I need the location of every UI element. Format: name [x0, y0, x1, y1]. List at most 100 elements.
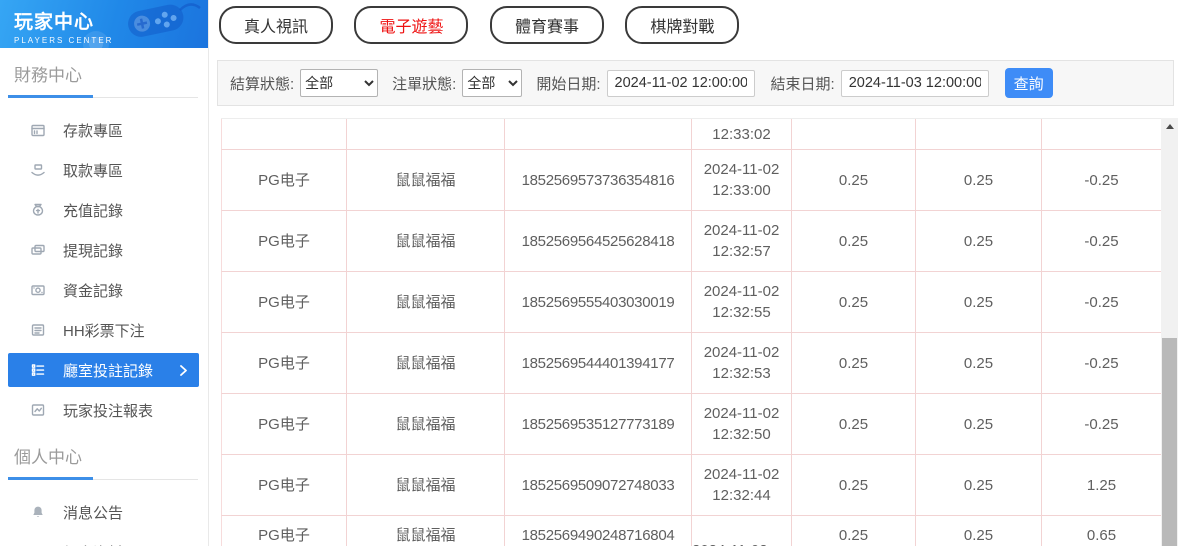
cell-bet: 0.25	[792, 150, 916, 210]
cell-bet	[792, 119, 916, 149]
app-window: 玩家中心 PLAYERS CENTER 財務中心 存款專區 取款專區	[0, 0, 1180, 546]
end-date-input[interactable]	[841, 70, 989, 97]
cell-valid-bet: 0.25	[916, 516, 1042, 546]
cell-datetime: 2024-11-0212:32:55	[692, 272, 792, 332]
app-header: 玩家中心 PLAYERS CENTER	[0, 0, 208, 48]
chevron-right-icon	[180, 365, 187, 376]
cell-profit: 0.65	[1042, 516, 1161, 546]
cell-valid-bet: 0.25	[916, 150, 1042, 210]
tab-sports[interactable]: 體育賽事	[490, 6, 604, 44]
tab-electronic-games[interactable]: 電子遊藝	[354, 6, 468, 44]
cell-bet: 0.25	[792, 211, 916, 271]
cell-datetime: 12:33:02	[692, 119, 792, 149]
order-status-select[interactable]: 全部	[462, 69, 522, 97]
report-icon	[30, 402, 46, 418]
search-button[interactable]: 查詢	[1005, 68, 1053, 98]
sidebar-item-recharge-record[interactable]: 充值記錄	[0, 190, 208, 230]
sidebar-item-player-report[interactable]: 玩家投注報表	[0, 390, 208, 430]
tab-board-games[interactable]: 棋牌對戰	[625, 6, 739, 44]
cell-datetime: 2024-11-02	[692, 516, 792, 546]
cell-profit: -0.25	[1042, 272, 1161, 332]
sidebar-item-label: 存款專區	[63, 120, 123, 141]
sidebar-item-lottery-bet[interactable]: HH彩票下注	[0, 310, 208, 350]
sidebar-item-label: 資金記錄	[63, 280, 123, 301]
cell-bet: 0.25	[792, 455, 916, 515]
cell-profit: 1.25	[1042, 455, 1161, 515]
cell-game: 鼠鼠福福	[347, 272, 505, 332]
cell-game: 鼠鼠福福	[347, 394, 505, 454]
cell-order: 1852569573736354816	[505, 150, 692, 210]
cell-provider: PG电子	[222, 394, 347, 454]
sidebar-item-label: 玩家投注報表	[63, 400, 153, 421]
tab-live-casino[interactable]: 真人視訊	[219, 6, 333, 44]
sidebar-item-label: HH彩票下注	[63, 320, 145, 341]
table-row: PG电子 鼠鼠福福 1852569535127773189 2024-11-02…	[221, 394, 1161, 455]
cell-provider: PG电子	[222, 455, 347, 515]
cell-bet: 0.25	[792, 516, 916, 546]
cell-provider: PG电子	[222, 272, 347, 332]
sidebar-item-withdraw-record[interactable]: 提現記錄	[0, 230, 208, 270]
withdraw-icon	[30, 162, 46, 178]
sidebar-item-withdraw[interactable]: 取款專區	[0, 150, 208, 190]
cell-valid-bet: 0.25	[916, 455, 1042, 515]
cell-valid-bet: 0.25	[916, 394, 1042, 454]
personal-nav: 消息公告 個人資料	[0, 492, 208, 546]
settle-status-label: 結算狀態:	[230, 73, 294, 94]
cell-profit: -0.25	[1042, 394, 1161, 454]
table-row-partial-top: 12:33:02	[221, 119, 1161, 150]
scrollbar-thumb[interactable]	[1162, 338, 1177, 546]
scrollbar-up-button[interactable]	[1161, 118, 1178, 134]
section-title-finance: 財務中心	[0, 48, 208, 86]
start-date-input[interactable]	[607, 70, 755, 97]
cell-provider: PG电子	[222, 333, 347, 393]
main-content: 真人視訊 電子遊藝 體育賽事 棋牌對戰 結算狀態: 全部 注單狀態: 全部 開始…	[209, 0, 1180, 546]
app-title: 玩家中心	[14, 7, 208, 34]
withdraw-record-icon	[30, 242, 46, 258]
cell-provider	[222, 119, 347, 149]
deposit-icon	[30, 122, 46, 138]
cell-order: 1852569509072748033	[505, 455, 692, 515]
filter-bar: 結算狀態: 全部 注單狀態: 全部 開始日期: 結束日期: 查詢	[217, 60, 1174, 106]
cell-game	[347, 119, 505, 149]
cell-valid-bet: 0.25	[916, 211, 1042, 271]
sidebar-item-label: 提現記錄	[63, 240, 123, 261]
start-date-label: 開始日期:	[536, 73, 600, 94]
cell-provider: PG电子	[222, 516, 347, 546]
table-row-partial-bottom: PG电子 鼠鼠福福 1852569490248716804 2024-11-02…	[221, 516, 1161, 546]
sidebar-item-profile[interactable]: 個人資料	[0, 532, 208, 546]
section-divider	[8, 95, 198, 98]
sidebar-item-label: 個人資料	[63, 542, 123, 546]
table-row: PG电子 鼠鼠福福 1852569509072748033 2024-11-02…	[221, 455, 1161, 516]
cell-provider: PG电子	[222, 150, 347, 210]
cell-game: 鼠鼠福福	[347, 333, 505, 393]
vertical-scrollbar[interactable]	[1161, 118, 1178, 546]
sidebar-item-label: 消息公告	[63, 502, 123, 523]
cell-game: 鼠鼠福福	[347, 516, 505, 546]
up-arrow-icon	[1166, 124, 1174, 129]
sidebar-item-label: 廳室投註記錄	[63, 360, 153, 381]
cell-datetime: 2024-11-0212:32:57	[692, 211, 792, 271]
table-row: PG电子 鼠鼠福福 1852569544401394177 2024-11-02…	[221, 333, 1161, 394]
app-subtitle: PLAYERS CENTER	[14, 36, 208, 45]
sidebar-item-label: 取款專區	[63, 160, 123, 181]
bet-records-table: 12:33:02 PG电子 鼠鼠福福 1852569573736354816 2…	[221, 118, 1161, 546]
finance-nav: 存款專區 取款專區 充值記錄 提現記錄	[0, 110, 208, 430]
section-title-personal: 個人中心	[0, 430, 208, 468]
cell-profit	[1042, 119, 1161, 149]
sidebar-item-deposit[interactable]: 存款專區	[0, 110, 208, 150]
cell-order: 1852569535127773189	[505, 394, 692, 454]
cell-order	[505, 119, 692, 149]
funds-record-icon	[30, 282, 46, 298]
lottery-bet-icon	[30, 322, 46, 338]
settle-status-select[interactable]: 全部	[300, 69, 378, 97]
cell-datetime: 2024-11-0212:32:53	[692, 333, 792, 393]
sidebar-item-funds-record[interactable]: 資金記錄	[0, 270, 208, 310]
sidebar-item-label: 充值記錄	[63, 200, 123, 221]
recharge-record-icon	[30, 202, 46, 218]
category-tabs: 真人視訊 電子遊藝 體育賽事 棋牌對戰	[209, 0, 1180, 42]
sidebar-item-messages[interactable]: 消息公告	[0, 492, 208, 532]
sidebar-item-hall-bet-records[interactable]: 廳室投註記錄	[8, 353, 199, 387]
cell-game: 鼠鼠福福	[347, 211, 505, 271]
bell-icon	[30, 504, 46, 520]
cell-order: 1852569490248716804	[505, 516, 692, 546]
